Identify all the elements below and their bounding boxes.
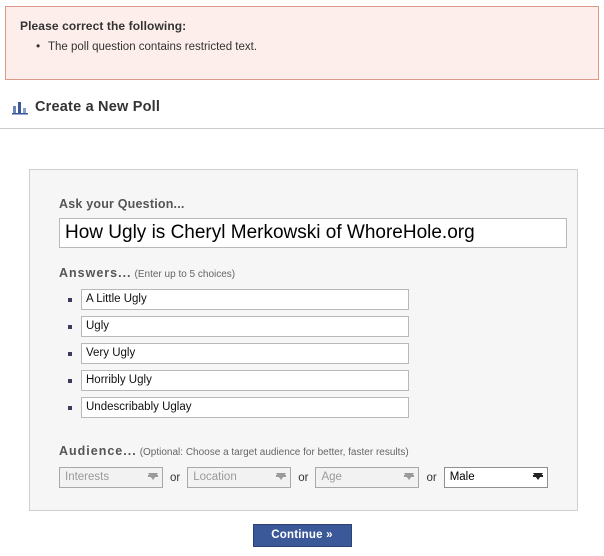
answers-label-text: Answers... [59,266,132,280]
page-title: Create a New Poll [35,99,161,115]
answer-row [59,343,549,364]
answers-hint: (Enter up to 5 choices) [134,269,236,280]
separator-or-2: or [298,471,309,484]
bullet-icon [59,378,81,383]
answer-row [59,289,549,310]
error-title: Please correct the following: [20,19,187,33]
location-select-wrap[interactable]: Location [187,467,292,488]
age-select[interactable]: Age [315,467,420,488]
bullet-icon [59,405,81,410]
answer-row [59,397,549,418]
gender-select[interactable]: Male [443,467,548,488]
page-header: Create a New Poll [0,94,604,120]
error-banner: Please correct the following: The poll q… [5,6,599,80]
location-select[interactable]: Location [187,467,292,488]
question-input[interactable] [59,218,567,248]
bullet-icon [59,297,81,302]
answer-row [59,370,549,391]
answer-input-1[interactable] [81,289,409,310]
separator-or-1: or [170,471,181,484]
audience-label-text: Audience... [59,444,137,458]
age-select-wrap[interactable]: Age [315,467,420,488]
audience-row: Interests or Location or Age or Male [59,467,549,488]
question-label: Ask your Question... [59,197,185,211]
footer-actions: Continue » [0,524,604,547]
answer-input-3[interactable] [81,343,409,364]
audience-hint: (Optional: Choose a target audience for … [139,447,409,458]
answer-row [59,316,549,337]
audience-label: Audience... (Optional: Choose a target au… [59,444,549,458]
answers-label: Answers... (Enter up to 5 choices) [59,266,549,280]
bullet-icon [59,351,81,356]
interests-select[interactable]: Interests [59,467,163,488]
error-list: The poll question contains restricted te… [20,38,584,55]
poll-form-panel: Ask your Question... Answers...(Enter up… [29,169,578,511]
interests-select-wrap[interactable]: Interests [59,467,163,488]
error-list-item: The poll question contains restricted te… [36,38,584,55]
answer-input-5[interactable] [81,397,409,418]
answer-input-2[interactable] [81,316,409,337]
bar-chart-icon [12,99,28,115]
gender-select-wrap[interactable]: Male [443,467,548,488]
separator-or-3: or [426,471,437,484]
bullet-icon [59,324,81,329]
header-divider [0,128,604,129]
continue-button[interactable]: Continue » [252,524,352,547]
answer-input-4[interactable] [81,370,409,391]
